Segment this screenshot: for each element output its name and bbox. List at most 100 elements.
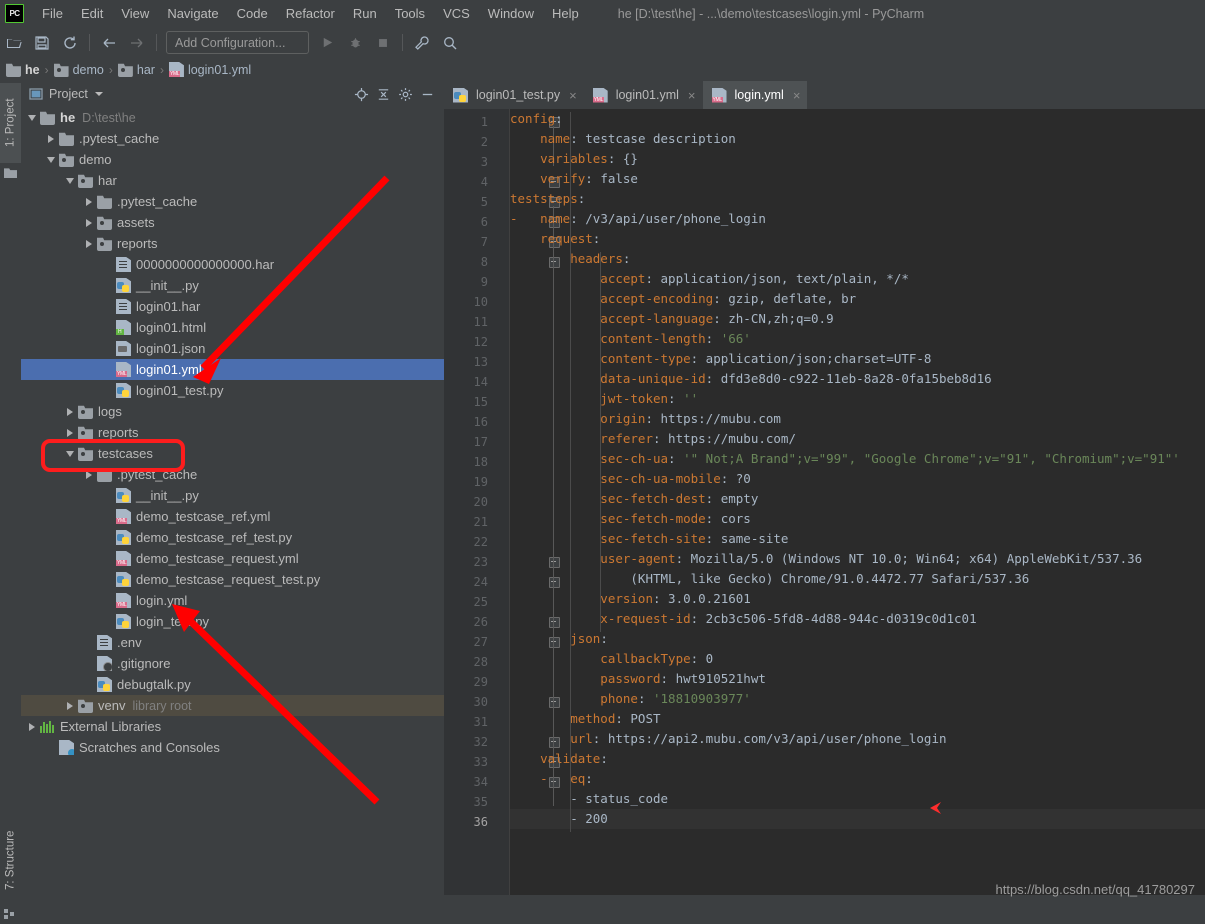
tree-expand-closed-icon[interactable]: [26, 721, 38, 733]
code-content[interactable]: config: name: testcase description varia…: [510, 109, 1205, 910]
code-token: :: [600, 631, 608, 646]
stripe-button-project[interactable]: 1: Project: [0, 83, 21, 163]
sync-icon[interactable]: [58, 31, 82, 55]
tree-item-debugtalk-py[interactable]: debugtalk.py: [21, 674, 444, 695]
code-token: : application/json;charset=UTF-8: [690, 351, 932, 366]
run-play-icon[interactable]: [315, 31, 339, 55]
code-folding-strip[interactable]: [494, 109, 560, 910]
breadcrumb-item-demo[interactable]: demo: [53, 62, 104, 77]
tree-item-login01-html[interactable]: login01.html: [21, 317, 444, 338]
open-folder-icon[interactable]: [2, 31, 26, 55]
tree-item-__init__-py[interactable]: __init__.py: [21, 275, 444, 296]
code-line: - name: /v3/api/user/phone_login: [510, 209, 1205, 229]
tree-item--pytest_cache[interactable]: .pytest_cache: [21, 191, 444, 212]
code-line: sec-fetch-dest: empty: [510, 489, 1205, 509]
menu-item-tools[interactable]: Tools: [386, 2, 434, 25]
tree-item-scratches-and-consoles[interactable]: Scratches and Consoles: [21, 737, 444, 758]
menu-item-vcs[interactable]: VCS: [434, 2, 479, 25]
project-tree[interactable]: he D:\test\he .pytest_cache demo har .pytest_…: [21, 107, 444, 910]
code-line: name: testcase description: [510, 129, 1205, 149]
tree-expand-open-icon[interactable]: [64, 448, 76, 460]
menu-item-file[interactable]: File: [33, 2, 72, 25]
project-title-button[interactable]: Project: [21, 87, 350, 101]
breadcrumb-item-login01-yml[interactable]: login01.yml: [168, 62, 251, 77]
tree-expand-closed-icon[interactable]: [83, 238, 95, 250]
tree-item-venv[interactable]: venv library root: [21, 695, 444, 716]
stripe-button-structure[interactable]: 7: Structure: [0, 816, 21, 904]
editor-tab-login01_test-py[interactable]: login01_test.py ×: [444, 81, 584, 109]
menu-item-edit[interactable]: Edit: [72, 2, 112, 25]
menu-item-code[interactable]: Code: [228, 2, 277, 25]
tree-expand-closed-icon[interactable]: [64, 700, 76, 712]
menu-item-refactor[interactable]: Refactor: [277, 2, 344, 25]
tree-expand-closed-icon[interactable]: [83, 217, 95, 229]
tree-item-demo_testcase_ref-yml[interactable]: demo_testcase_ref.yml: [21, 506, 444, 527]
menu-item-navigate[interactable]: Navigate: [158, 2, 227, 25]
breadcrumb-separator: ›: [44, 62, 49, 77]
close-icon[interactable]: ×: [569, 88, 577, 103]
tree-item-__init__-py[interactable]: __init__.py: [21, 485, 444, 506]
minimize-icon[interactable]: [416, 83, 438, 105]
menu-item-help[interactable]: Help: [543, 2, 588, 25]
tree-expand-closed-icon[interactable]: [64, 406, 76, 418]
menu-item-window[interactable]: Window: [479, 2, 543, 25]
code-line: jwt-token: '': [510, 389, 1205, 409]
tree-expand-closed-icon[interactable]: [83, 469, 95, 481]
search-icon[interactable]: [438, 31, 462, 55]
tree-item-reports[interactable]: reports: [21, 422, 444, 443]
save-icon[interactable]: [30, 31, 54, 55]
menu-item-run[interactable]: Run: [344, 2, 386, 25]
triangle-closed-icon: [29, 722, 35, 731]
tree-item-testcases[interactable]: testcases: [21, 443, 444, 464]
tree-item-login01-yml[interactable]: login01.yml: [21, 359, 444, 380]
menu-item-view[interactable]: View: [112, 2, 158, 25]
tree-item-external-libraries[interactable]: External Libraries: [21, 716, 444, 737]
run-configuration-selector[interactable]: Add Configuration...: [166, 31, 309, 54]
tree-item-login_test-py[interactable]: login_test.py: [21, 611, 444, 632]
tree-expand-open-icon[interactable]: [26, 112, 38, 124]
editor-tab-login-yml[interactable]: login.yml ×: [702, 81, 808, 109]
tree-item-demo_testcase_ref_test-py[interactable]: demo_testcase_ref_test.py: [21, 527, 444, 548]
tree-expand-open-icon[interactable]: [64, 175, 76, 187]
tree-expand-closed-icon[interactable]: [45, 133, 57, 145]
arrow-left-icon[interactable]: [97, 31, 121, 55]
collapse-all-icon[interactable]: [372, 83, 394, 105]
tree-item-demo[interactable]: demo: [21, 149, 444, 170]
debug-bug-icon[interactable]: [343, 31, 367, 55]
breadcrumb-item-har[interactable]: har: [117, 62, 155, 77]
tree-item-demo_testcase_request-yml[interactable]: demo_testcase_request.yml: [21, 548, 444, 569]
tree-item-login01-har[interactable]: login01.har: [21, 296, 444, 317]
tree-expand-open-icon[interactable]: [45, 154, 57, 166]
tree-item-assets[interactable]: assets: [21, 212, 444, 233]
tree-item--gitignore[interactable]: .gitignore: [21, 653, 444, 674]
tree-item-logs[interactable]: logs: [21, 401, 444, 422]
close-icon[interactable]: ×: [688, 88, 696, 103]
tree-expand-closed-icon[interactable]: [64, 427, 76, 439]
locate-target-icon[interactable]: [350, 83, 372, 105]
code-line: sec-fetch-site: same-site: [510, 529, 1205, 549]
tree-item-har[interactable]: har: [21, 170, 444, 191]
tree-item-he[interactable]: he D:\test\he: [21, 107, 444, 128]
tree-item--pytest_cache[interactable]: .pytest_cache: [21, 128, 444, 149]
tree-item-login01_test-py[interactable]: login01_test.py: [21, 380, 444, 401]
line-number: 20: [473, 495, 488, 509]
gear-icon[interactable]: [394, 83, 416, 105]
tree-expand-closed-icon[interactable]: [83, 196, 95, 208]
wrench-icon[interactable]: [410, 31, 434, 55]
tree-item-0000000000000000-har[interactable]: 0000000000000000.har: [21, 254, 444, 275]
tree-item-login01-json[interactable]: login01.json: [21, 338, 444, 359]
tree-item--pytest_cache[interactable]: .pytest_cache: [21, 464, 444, 485]
tree-item-login-yml[interactable]: login.yml: [21, 590, 444, 611]
close-icon[interactable]: ×: [793, 88, 801, 103]
code-editor[interactable]: 1 2 3 4 5 6 7 8 9 10 11 12 13 14 15 16 17 18 19 20 21 22 23 24 2…: [444, 109, 1205, 910]
tree-item-demo_testcase_request_test-py[interactable]: demo_testcase_request_test.py: [21, 569, 444, 590]
stop-square-icon[interactable]: [371, 31, 395, 55]
code-line: headers:: [510, 249, 1205, 269]
arrow-right-icon[interactable]: [125, 31, 149, 55]
tree-item-label: reports: [98, 425, 139, 440]
tree-item-reports[interactable]: reports: [21, 233, 444, 254]
editor-tab-login01-yml[interactable]: login01.yml ×: [584, 81, 703, 109]
tree-item--env[interactable]: .env: [21, 632, 444, 653]
breadcrumb-item-he[interactable]: he: [6, 62, 40, 77]
